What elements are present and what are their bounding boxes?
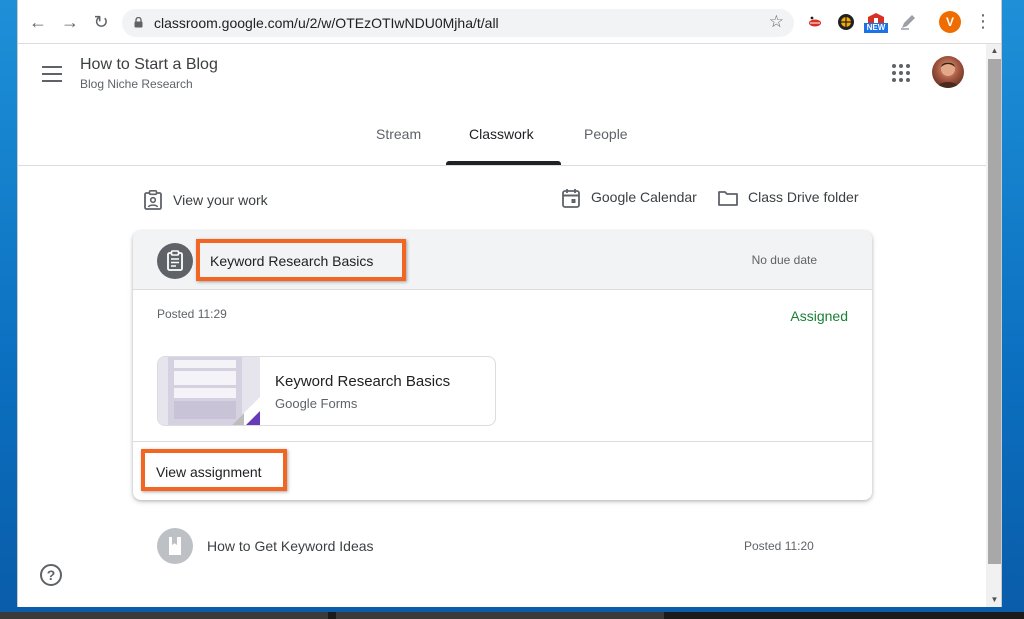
google-apps-icon[interactable] [892, 64, 910, 82]
scroll-down-arrow-icon[interactable]: ▼ [986, 593, 1002, 607]
assignment-card-header[interactable]: Keyword Research Basics No due date [133, 231, 872, 290]
posted-time: Posted 11:29 [157, 307, 227, 321]
hamburger-menu-icon[interactable] [42, 66, 62, 82]
active-tab-indicator [446, 161, 561, 165]
calendar-icon [562, 188, 580, 208]
due-date: No due date [752, 253, 817, 267]
account-avatar[interactable] [932, 56, 964, 88]
help-icon[interactable]: ? [40, 564, 62, 586]
tab-people[interactable]: People [584, 126, 628, 142]
status-badge: Assigned [790, 308, 848, 324]
new-badge: NEW [864, 23, 888, 33]
reload-icon[interactable]: ↻ [91, 12, 111, 32]
browser-window: ← → ↻ classroom.google.com/u/2/w/OTEzOTI… [17, 0, 1002, 607]
forward-arrow-icon[interactable]: → [60, 12, 80, 32]
extension-ball-icon[interactable] [836, 12, 856, 32]
class-drive-folder-label: Class Drive folder [748, 189, 858, 205]
desktop-taskbar [0, 612, 1024, 619]
form-thumbnail [158, 357, 260, 426]
assignment-card: Keyword Research Basics No due date Post… [133, 231, 872, 500]
extension-lips-icon[interactable] [805, 12, 825, 32]
extension-pen-icon[interactable] [898, 12, 918, 32]
scroll-up-arrow-icon[interactable]: ▲ [986, 44, 1002, 58]
address-bar[interactable]: classroom.google.com/u/2/w/OTEzOTIwNDU0M… [122, 9, 794, 37]
back-arrow-icon[interactable]: ← [28, 12, 48, 32]
view-assignment-link[interactable]: View assignment [156, 464, 262, 480]
browser-menu-icon[interactable]: ⋮ [974, 10, 986, 34]
profile-avatar[interactable]: V [939, 11, 961, 33]
attachment-google-forms[interactable]: Keyword Research Basics Google Forms [157, 356, 496, 426]
material-title[interactable]: How to Get Keyword Ideas [207, 538, 374, 554]
extension-new-icon[interactable]: NEW [864, 12, 888, 32]
class-title[interactable]: How to Start a Blog [80, 56, 218, 74]
assignment-title-highlight: Keyword Research Basics [196, 239, 406, 281]
assignment-title[interactable]: Keyword Research Basics [210, 253, 373, 269]
material-icon [157, 528, 193, 564]
classroom-header: How to Start a Blog Blog Niche Research … [18, 44, 986, 166]
scroll-thumb[interactable] [988, 59, 1001, 564]
assigned-work-icon [144, 190, 162, 210]
google-calendar-label: Google Calendar [591, 189, 697, 205]
view-assignment-highlight: View assignment [141, 449, 287, 491]
assignment-card-footer: View assignment [133, 441, 872, 500]
lock-icon [134, 17, 143, 28]
attachment-title: Keyword Research Basics [275, 373, 450, 390]
url-text: classroom.google.com/u/2/w/OTEzOTIwNDU0M… [154, 15, 499, 31]
tab-stream[interactable]: Stream [376, 126, 421, 142]
bookmark-star-icon[interactable]: ☆ [769, 12, 784, 32]
material-posted-time: Posted 11:20 [744, 539, 814, 553]
page-scrollbar[interactable]: ▲ ▼ [986, 44, 1002, 607]
class-subtitle: Blog Niche Research [80, 77, 193, 91]
attachment-type: Google Forms [275, 396, 357, 411]
browser-toolbar: ← → ↻ classroom.google.com/u/2/w/OTEzOTI… [18, 0, 1002, 44]
view-your-work-label: View your work [173, 192, 268, 208]
assignment-icon [157, 243, 193, 279]
folder-icon [718, 190, 738, 206]
tab-classwork[interactable]: Classwork [469, 126, 534, 142]
